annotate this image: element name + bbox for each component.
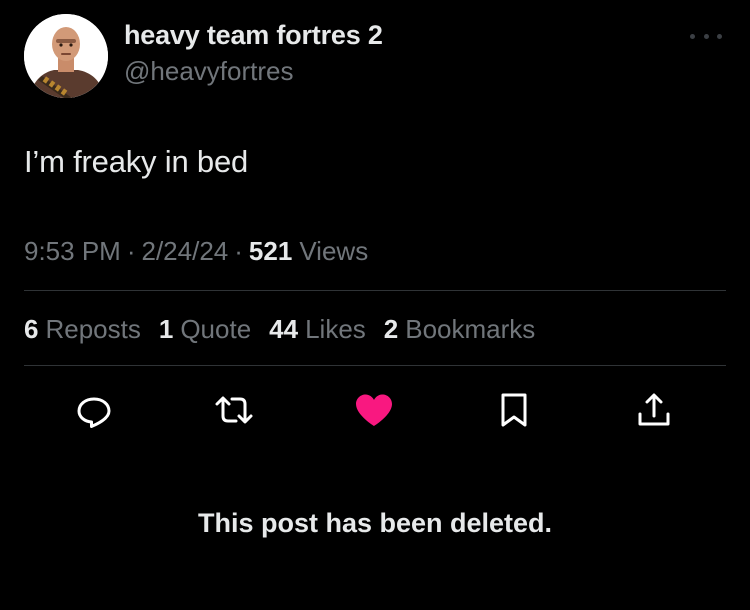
stat-likes[interactable]: 44 Likes — [269, 314, 366, 345]
bookmark-button[interactable] — [492, 388, 536, 432]
bookmark-icon — [501, 393, 527, 427]
views-count: 521 — [248, 236, 293, 266]
stat-label: Bookmarks — [405, 314, 536, 344]
speech-bubble-icon — [77, 397, 111, 428]
engagement-stats: 6 Reposts 1 Quote 44 Likes 2 Bookmarks — [24, 314, 553, 345]
divider — [24, 365, 726, 366]
post-meta: 9:53 PM · 2/24/24 · 521 Views — [24, 236, 368, 267]
repost-arrows-icon — [215, 396, 253, 424]
reply-button[interactable] — [72, 388, 116, 432]
more-dot-icon — [703, 33, 709, 39]
like-button[interactable] — [352, 388, 396, 432]
post-text: I’m freaky in bed — [24, 144, 249, 179]
meta-separator: · — [126, 236, 136, 266]
post-detail: heavy team fortres 2 @heavyfortres I’m f… — [0, 0, 750, 610]
avatar[interactable] — [24, 14, 108, 98]
stat-bookmarks[interactable]: 2 Bookmarks — [384, 314, 536, 345]
stat-count: 6 — [24, 314, 39, 344]
author-names: heavy team fortres 2 @heavyfortres — [124, 22, 383, 85]
share-button[interactable] — [632, 388, 676, 432]
deleted-notice: This post has been deleted. — [197, 508, 553, 538]
stat-label: Likes — [305, 314, 366, 344]
stat-count: 44 — [269, 314, 299, 344]
stat-reposts[interactable]: 6 Reposts — [24, 314, 141, 345]
repost-button[interactable] — [212, 388, 256, 432]
action-bar — [72, 388, 682, 432]
post-header: heavy team fortres 2 @heavyfortres — [24, 14, 726, 98]
post-time[interactable]: 9:53 PM — [24, 236, 121, 267]
share-upload-icon — [638, 393, 670, 426]
more-dot-icon — [690, 33, 695, 39]
author-handle[interactable]: @heavyfortres — [124, 58, 383, 84]
stat-label: Reposts — [45, 314, 141, 344]
stat-label: Quote — [180, 314, 252, 344]
stat-count: 1 — [158, 314, 174, 344]
stat-count: 2 — [383, 314, 399, 344]
stat-quotes[interactable]: 1 Quote — [159, 314, 251, 345]
author-display-name[interactable]: heavy team fortres 2 — [124, 22, 383, 49]
heavy-character-avatar-icon — [24, 14, 108, 98]
meta-separator: · — [234, 236, 243, 266]
heart-icon — [356, 394, 392, 426]
post-date[interactable]: 2/24/24 — [142, 236, 229, 267]
more-options-button[interactable] — [690, 28, 722, 44]
views-label: Views — [299, 236, 369, 266]
divider — [24, 290, 726, 291]
more-dot-icon — [717, 33, 722, 39]
